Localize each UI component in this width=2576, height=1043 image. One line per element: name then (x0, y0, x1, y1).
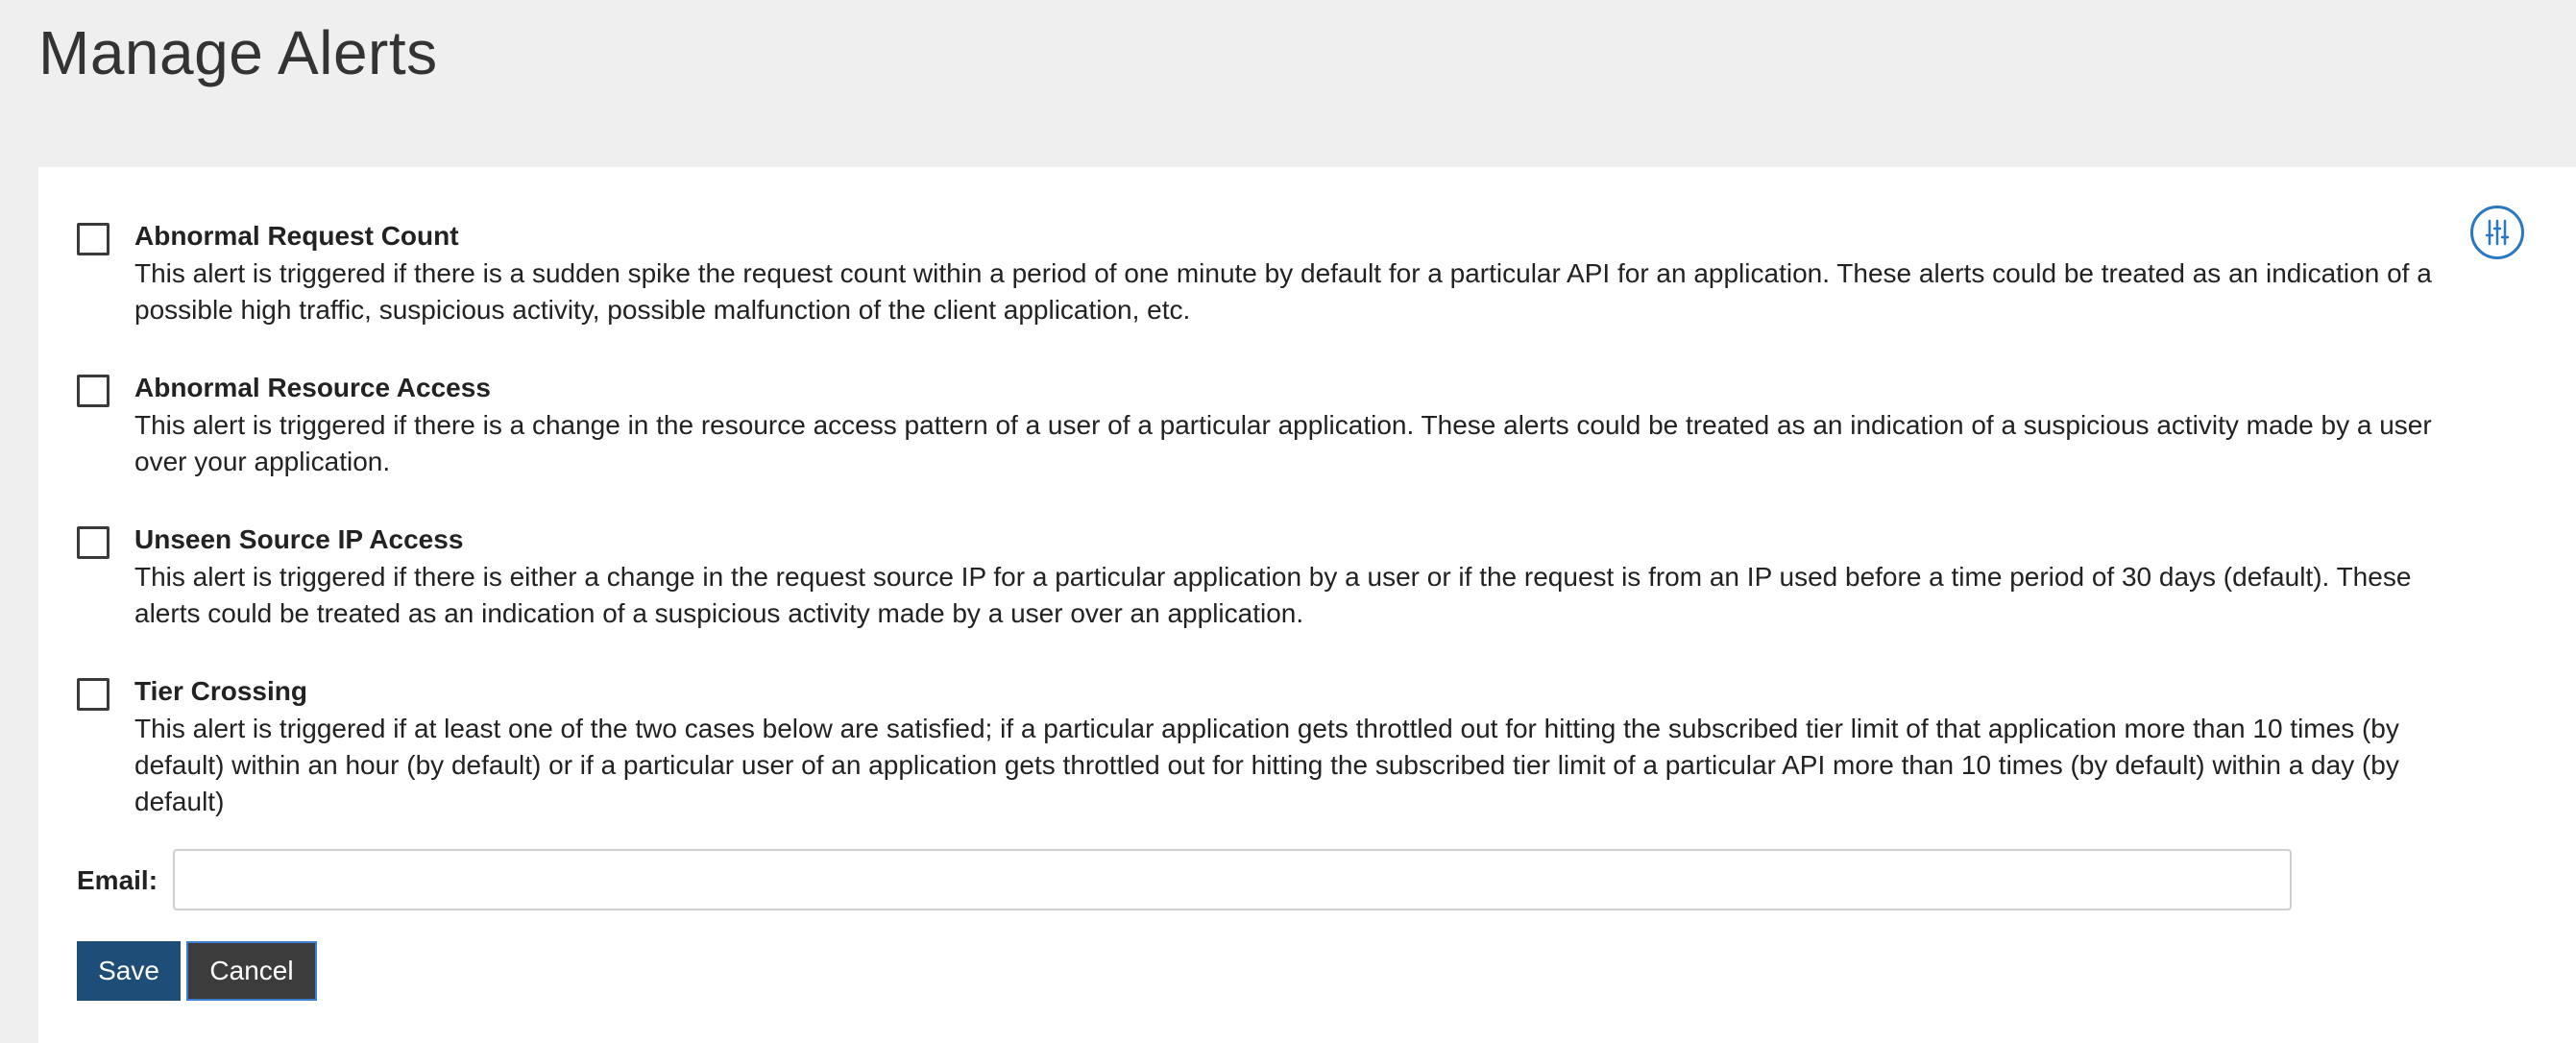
alert-title: Unseen Source IP Access (134, 524, 464, 554)
sliders-icon (2485, 219, 2510, 246)
alert-checkbox-unseen-source-ip-access[interactable] (77, 526, 109, 559)
alert-checkbox-tier-crossing[interactable] (77, 678, 109, 711)
alerts-panel: Abnormal Request Count This alert is tri… (38, 167, 2576, 1043)
alert-description: This alert is triggered if there is a ch… (134, 410, 2432, 476)
alert-description: This alert is triggered if there is eith… (134, 562, 2412, 628)
alert-title: Tier Crossing (134, 676, 307, 706)
email-label: Email: (77, 865, 158, 895)
save-button[interactable]: Save (77, 941, 181, 1001)
cancel-button[interactable]: Cancel (186, 941, 317, 1001)
alert-checkbox-abnormal-request-count[interactable] (77, 223, 109, 255)
email-input[interactable] (173, 849, 2292, 910)
alert-checkbox-abnormal-resource-access[interactable] (77, 375, 109, 407)
alert-title: Abnormal Resource Access (134, 373, 491, 402)
alert-description: This alert is triggered if at least one … (134, 714, 2399, 816)
alert-description: This alert is triggered if there is a su… (134, 258, 2432, 325)
page-header: Manage Alerts (0, 0, 2576, 167)
page-title: Manage Alerts (38, 18, 438, 87)
alert-title: Abnormal Request Count (134, 221, 459, 251)
alert-settings-button[interactable] (2470, 206, 2524, 259)
